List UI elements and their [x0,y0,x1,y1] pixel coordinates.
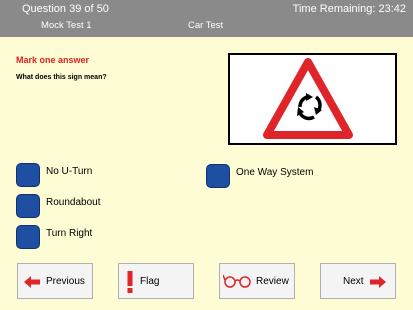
answer-label: Turn Right [46,228,93,239]
question-counter: Question 39 of 50 [22,3,109,15]
answer-select-button[interactable] [16,163,40,187]
arrow-left-icon [24,276,40,288]
answer-select-button[interactable] [16,194,40,218]
flag-button[interactable]: Flag [118,263,194,299]
road-sign-image [228,53,397,145]
previous-label: Previous [46,276,85,287]
header-bar: Question 39 of 50 Time Remaining: 23:42 … [0,0,413,37]
time-remaining: Time Remaining: 23:42 [292,3,406,15]
roundabout-sign-icon [263,58,353,139]
exclamation-icon [127,271,133,293]
glasses-icon [223,274,251,288]
answer-label: Roundabout [46,197,101,208]
mark-one-answer-prompt: Mark one answer [16,55,90,65]
test-name: Mock Test 1 [41,20,92,31]
flag-label: Flag [140,276,160,287]
previous-button[interactable]: Previous [17,263,93,299]
arrow-right-icon [370,276,386,288]
answer-label: No U-Turn [46,166,93,177]
review-label: Review [256,276,289,287]
answer-select-button[interactable] [16,225,40,249]
next-label: Next [343,276,364,287]
next-button[interactable]: Next [320,263,396,299]
review-button[interactable]: Review [219,263,295,299]
test-type: Car Test [188,20,224,31]
answer-select-button[interactable] [206,164,230,188]
question-text: What does this sign mean? [16,74,107,81]
answer-label: One Way System [236,167,314,178]
